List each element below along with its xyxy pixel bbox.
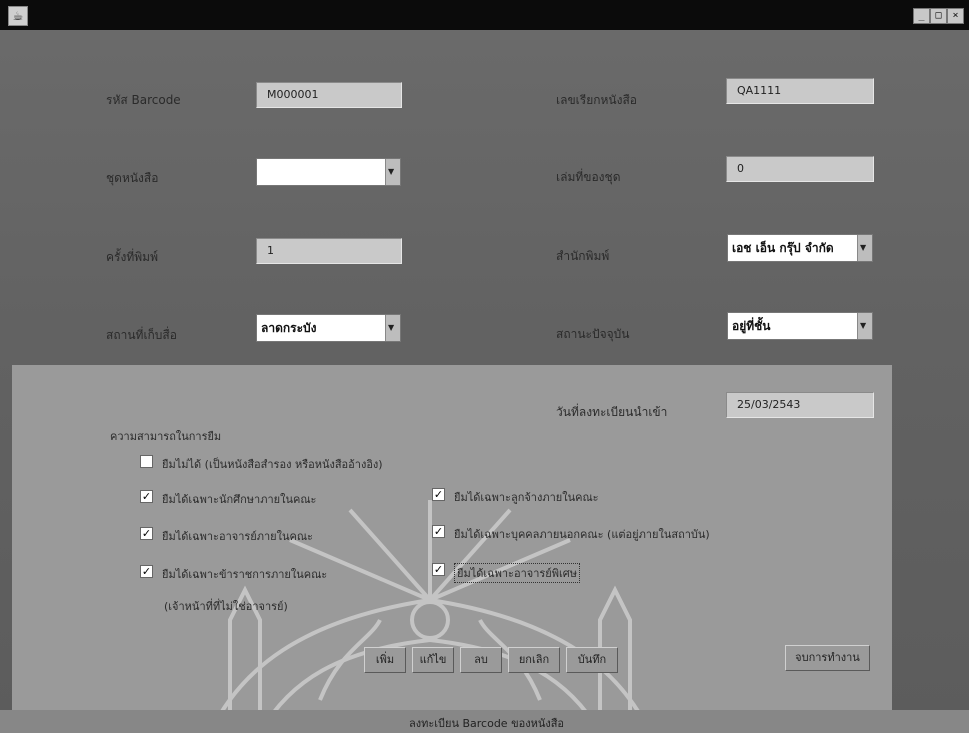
- chevron-down-icon: ▼: [388, 167, 395, 176]
- register-date-field[interactable]: 25/03/2543: [726, 392, 874, 418]
- barcode-label: รหัส Barcode: [106, 93, 181, 107]
- edition-label: ครั้งที่พิมพ์: [106, 250, 158, 264]
- book-set-dropdown[interactable]: ▼: [256, 158, 401, 186]
- status-arrow[interactable]: ▼: [857, 313, 872, 339]
- chevron-down-icon: ▼: [388, 323, 395, 332]
- borrow-students-checkbox[interactable]: ✓: [140, 490, 153, 503]
- status-label: สถานะปัจจุบัน: [556, 327, 630, 341]
- borrow-employees-checkbox[interactable]: ✓: [432, 488, 445, 501]
- chevron-down-icon: ▼: [860, 243, 867, 252]
- borrow-lecturers-checkbox[interactable]: ✓: [140, 527, 153, 540]
- borrow-none-checkbox[interactable]: [140, 455, 153, 468]
- borrow-lecturers-label: ยืมได้เฉพาะอาจารย์ภายในคณะ: [162, 530, 313, 543]
- title-bar[interactable]: ☕ _ □ ×: [0, 0, 969, 30]
- status-value: อยู่ที่ชั้น: [732, 319, 771, 333]
- book-set-label: ชุดหนังสือ: [106, 171, 159, 185]
- cancel-button[interactable]: ยกเลิก: [508, 647, 560, 673]
- exit-button[interactable]: จบการทำงาน: [785, 645, 870, 671]
- borrow-civil-servants-checkbox[interactable]: ✓: [140, 565, 153, 578]
- maximize-button[interactable]: □: [930, 8, 947, 24]
- borrow-employees-label: ยืมได้เฉพาะลูกจ้างภายในคณะ: [454, 491, 599, 504]
- status-dropdown[interactable]: อยู่ที่ชั้น ▼: [727, 312, 873, 340]
- call-number-field[interactable]: QA1111: [726, 78, 874, 104]
- borrow-outsiders-label: ยืมได้เฉพาะบุคคลภายนอกคณะ (แต่อยู่ภายในส…: [454, 528, 710, 541]
- publisher-label: สำนักพิมพ์: [556, 249, 610, 263]
- status-bar: ลงทะเบียน Barcode ของหนังสือ: [0, 710, 969, 733]
- borrow-civil-servants-label: ยืมได้เฉพาะข้าราชการภายในคณะ: [162, 568, 328, 581]
- borrow-heading: ความสามารถในการยืม: [110, 430, 222, 443]
- delete-button[interactable]: ลบ: [460, 647, 502, 673]
- publisher-dropdown[interactable]: เอช เอ็น กรุ๊ป จำกัด ▼: [727, 234, 873, 262]
- status-bar-text: ลงทะเบียน Barcode ของหนังสือ: [409, 717, 565, 730]
- barcode-registration-window: ☕ _ □ × รหัส Barcode M000001 เลขเรียกหนั…: [0, 0, 969, 733]
- volume-label: เล่มที่ของชุด: [556, 170, 621, 184]
- volume-field[interactable]: 0: [726, 156, 874, 182]
- publisher-arrow[interactable]: ▼: [857, 235, 872, 261]
- borrow-note: (เจ้าหน้าที่ที่ไม่ใช่อาจารย์): [164, 600, 288, 613]
- borrow-none-label: ยืมไม่ได้ (เป็นหนังสือสำรอง หรือหนังสืออ…: [162, 458, 383, 471]
- location-value: ลาดกระบัง: [261, 321, 317, 335]
- barcode-field[interactable]: M000001: [256, 82, 402, 108]
- borrow-special-lecturers-checkbox[interactable]: ✓: [432, 563, 445, 576]
- app-icon[interactable]: ☕: [8, 6, 28, 26]
- location-dropdown[interactable]: ลาดกระบัง ▼: [256, 314, 401, 342]
- publisher-value: เอช เอ็น กรุ๊ป จำกัด: [732, 241, 834, 255]
- edition-field[interactable]: 1: [256, 238, 402, 264]
- borrow-special-lecturers-label: ยืมได้เฉพาะอาจารย์พิเศษ: [454, 563, 580, 583]
- save-button[interactable]: บันทึก: [566, 647, 618, 673]
- minimize-button[interactable]: _: [913, 8, 930, 24]
- chevron-down-icon: ▼: [860, 321, 867, 330]
- location-arrow[interactable]: ▼: [385, 315, 400, 341]
- book-set-arrow[interactable]: ▼: [385, 159, 400, 185]
- location-label: สถานที่เก็บสื่อ: [106, 328, 177, 342]
- add-button[interactable]: เพิ่ม: [364, 647, 406, 673]
- edit-button[interactable]: แก้ไข: [412, 647, 454, 673]
- borrow-outsiders-checkbox[interactable]: ✓: [432, 525, 445, 538]
- borrow-students-label: ยืมได้เฉพาะนักศึกษาภายในคณะ: [162, 493, 317, 506]
- call-number-label: เลขเรียกหนังสือ: [556, 93, 638, 107]
- close-button[interactable]: ×: [947, 8, 964, 24]
- register-date-label: วันที่ลงทะเบียนนำเข้า: [556, 405, 668, 419]
